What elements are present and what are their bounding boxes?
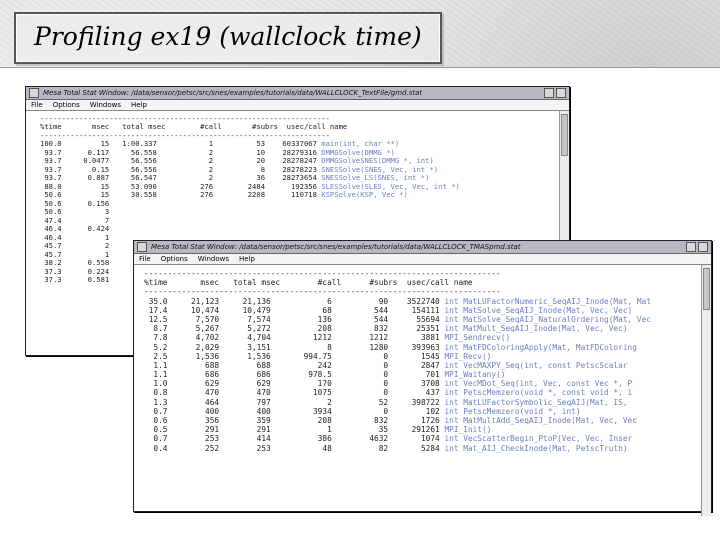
table-row[interactable]: 50.6 0.156 [40,199,569,208]
menu-file[interactable]: File [139,254,151,264]
row-function-name: MPI_Init() [444,425,492,435]
table-row[interactable]: 0.5 291 291 1 35 291261 MPI_Init() [144,425,711,434]
window-titlebar[interactable]: Mesa Total Stat Window: /data/sensor/pet… [134,241,711,254]
menu-options[interactable]: Options [53,100,80,110]
row-function-name: int MatLUFactorSymbolic_SeqAIJ(Mat, IS, [444,397,628,407]
table-row[interactable]: 2.5 1,536 1,536 994.75 0 1545 MPI_Recv() [144,352,711,361]
row-values: 0.8 470 470 1075 0 437 [144,388,440,398]
row-values: 7.8 4,702 4,704 1212 1212 3881 [144,333,440,343]
table-row[interactable]: 50.6 3 [40,208,569,216]
row-function-name: int VecScatterBegin_PtoP(Vec, Vec, Inser [444,434,633,444]
scrollbar-thumb[interactable] [703,268,710,310]
row-function-name: int MatSolve_SeqAIJ_Inode(Mat, Vec, Vec) [444,305,633,315]
window-titlebar[interactable]: Mesa Total Stat Window: /data/sensor/pet… [26,87,569,100]
row-function-name: MPI_Recv() [444,351,492,361]
table-row[interactable]: 0.8 470 470 1075 0 437 int PetscMemzero(… [144,388,711,397]
row-function-name: KSPSolve(KSP, Vec *) [321,190,408,200]
row-values: 37.3 0.581 [40,275,110,285]
table-row[interactable]: 46.4 0.424 [40,225,569,233]
window-menu-icon[interactable] [137,242,147,252]
table-row[interactable]: 1.1 688 688 242 0 2847 int VecMAXPY_Seq(… [144,361,711,370]
row-values: 0.7 400 400 3934 0 102 [144,406,440,416]
window-title: Mesa Total Stat Window: /data/sensor/pet… [43,89,423,97]
minimize-icon[interactable] [544,88,554,98]
row-values: 2.5 1,536 1,536 994.75 0 1545 [144,351,440,361]
table-row[interactable]: 5.2 2,029 3,151 8 1280 393963 int MatFDC… [144,343,711,352]
row-function-name: int VecMDot_Seq(int, Vec, const Vec *, P [444,379,633,389]
slide-title-box: Profiling ex19 (wallclock time) [14,12,442,64]
row-values: 5.2 2,029 3,151 8 1280 393963 [144,342,440,352]
table-row[interactable]: 1.3 464 797 2 52 398722 int MatLUFactorS… [144,398,711,407]
maximize-icon[interactable] [556,88,566,98]
row-values: 1.3 464 797 2 52 398722 [144,397,440,407]
menu-help[interactable]: Help [131,100,147,110]
scrollbar-thumb[interactable] [561,114,568,156]
row-values: 0.4 252 253 48 82 5284 [144,443,440,453]
menu-windows[interactable]: Windows [90,100,121,110]
table-row[interactable]: 0.7 253 414 386 4632 1074 int VecScatter… [144,434,711,443]
row-values: 8.7 5,267 5,272 208 832 25351 [144,324,440,334]
row-values: 0.5 291 291 1 35 291261 [144,425,440,435]
row-function-name: int PetscMemzero(void *, int) [444,406,581,416]
row-values: 1.1 688 688 242 0 2847 [144,360,440,370]
row-function-name: MPI_Waitany() [444,370,506,380]
row-function-name: int MatMultAdd_SeqAIJ_Inode(Mat, Vec, Ve… [444,416,637,425]
row-function-name: MPI_Sendrecv() [444,333,511,343]
row-values: 1.1 686 686 978.5 0 701 [144,370,440,380]
menu-options[interactable]: Options [161,254,188,264]
window-title: Mesa Total Stat Window: /data/sensor/pet… [151,243,521,251]
slide-title: Profiling ex19 (wallclock time) [34,22,422,51]
window-controls [686,242,708,252]
menubar: File Options Windows Help [134,254,711,265]
table-row[interactable]: 1.0 629 629 170 0 3708 int VecMDot_Seq(i… [144,379,711,388]
row-function-name: int MatMult_SeqAIJ_Inode(Mat, Vec, Vec) [444,324,628,334]
row-function-name: int MatFDColoringApply(Mat, MatFDColorin… [444,342,637,352]
table-body: 35.0 21,123 21,136 6 90 3522740 int MatL… [144,297,711,453]
maximize-icon[interactable] [698,242,708,252]
table-row[interactable]: 1.1 686 686 978.5 0 701 MPI_Waitany() [144,370,711,379]
table-row[interactable]: 0.4 252 253 48 82 5284 int Mat_AIJ_Check… [144,444,711,453]
window-controls [544,88,566,98]
menu-file[interactable]: File [31,100,43,110]
table-row[interactable]: 12.5 7,570 7,574 136 544 55694 int MatSo… [144,315,711,324]
minimize-icon[interactable] [686,242,696,252]
menubar: File Options Windows Help [26,100,569,111]
row-function-name: int PetscMemzero(void *, const void *, i [444,388,633,398]
row-function-name: int MatLUFactorNumeric_SeqAIJ_Inode(Mat,… [444,296,651,306]
table-row[interactable]: 0.7 400 400 3934 0 102 int PetscMemzero(… [144,407,711,416]
table-row[interactable]: 17.4 10,474 10,479 68 544 154111 int Mat… [144,306,711,315]
profile-listing: ----------------------------------------… [134,265,711,516]
row-values: 35.0 21,123 21,136 6 90 3522740 [144,296,440,306]
scrollbar[interactable] [701,265,711,516]
table-row[interactable]: 0.6 356 359 208 832 1726 int MatMultAdd_… [144,416,711,425]
row-values: 12.5 7,570 7,574 136 544 55694 [144,314,440,324]
separator-line: ----------------------------------------… [144,269,501,278]
menu-help[interactable]: Help [239,254,255,264]
table-row[interactable]: 8.7 5,267 5,272 208 832 25351 int MatMul… [144,324,711,333]
row-values: 17.4 10,474 10,479 68 544 154111 [144,305,440,315]
row-values: 0.6 356 359 208 832 1726 [144,416,440,425]
separator-line: ----------------------------------------… [144,287,501,297]
table-row[interactable]: 47.4 7 [40,216,569,225]
menu-windows[interactable]: Windows [198,254,229,264]
profile-window-tmaspmd: Mesa Total Stat Window: /data/sensor/pet… [133,240,712,516]
table-row[interactable]: 35.0 21,123 21,136 6 90 3522740 int MatL… [144,297,711,306]
table-row[interactable]: 7.8 4,702 4,704 1212 1212 3881 MPI_Sendr… [144,333,711,342]
row-function-name: int VecMAXPY_Seq(int, const PetscScalar [444,360,628,370]
row-function-name: int Mat_AIJ_CheckInode(Mat, PetscTruth) [444,443,628,453]
column-header: %time msec total msec #call #subrs usec/… [144,278,473,288]
row-values: 0.7 253 414 386 4632 1074 [144,434,440,444]
row-function-name: int MatSolve_SeqAIJ_NaturalOrdering(Mat,… [444,314,651,324]
row-values: 1.0 629 629 170 0 3708 [144,379,440,389]
window-menu-icon[interactable] [29,88,39,98]
table-row[interactable]: 50.6 15 30.558 276 2208 110718 KSPSolve(… [40,191,569,199]
